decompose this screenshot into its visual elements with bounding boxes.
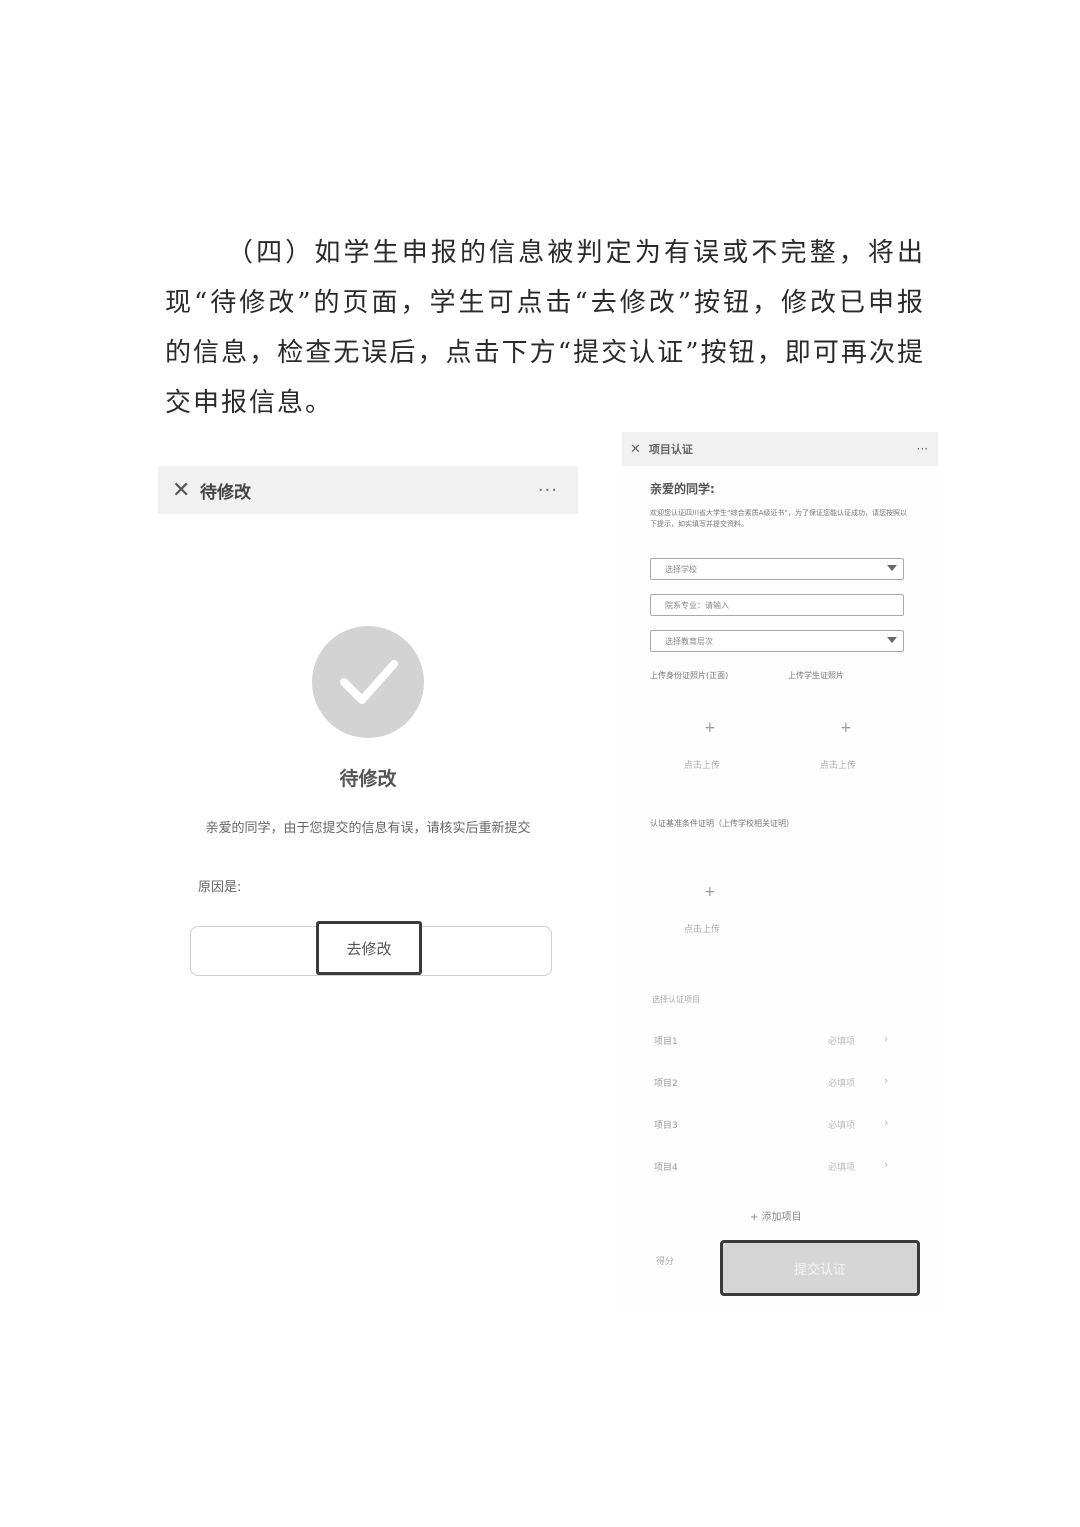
chevron-right-icon: ›	[884, 1074, 889, 1087]
item-status: 必填项	[828, 1163, 856, 1173]
add-item-button[interactable]: + 添加项目	[750, 1208, 802, 1223]
title-bar: ✕ 待修改 ···	[158, 466, 578, 514]
chevron-right-icon: ›	[884, 1116, 889, 1129]
submit-certification-button[interactable]: 提交认证	[720, 1240, 920, 1296]
modify-button[interactable]: 去修改	[316, 921, 422, 975]
status-message: 亲爱的同学，由于您提交的信息有误，请核实后重新提交	[205, 821, 531, 836]
instruction-paragraph: （四）如学生申报的信息被判定为有误或不完整，将出现“待修改”的页面，学生可点击“…	[165, 238, 925, 418]
school-select-label: 选择学校	[665, 565, 697, 574]
cert-proof-label: 认证基准条件证明（上传学校相关证明）	[650, 819, 794, 828]
item-name: 项目3	[654, 1121, 678, 1131]
major-input[interactable]: 院系专业：请输入	[650, 594, 904, 616]
intro-text: 欢迎您认证四川省大学生“综合素质A级证书”，为了保证您能认证成功，请您按照以下提…	[650, 509, 908, 528]
chevron-right-icon: ›	[884, 1158, 889, 1171]
page-title: 待修改	[200, 482, 251, 503]
select-items-label: 选择认证项目	[652, 995, 700, 1004]
upload-id-button[interactable]: 点击上传	[684, 758, 720, 771]
pending-modification-screen: ✕ 待修改 ··· 待修改 亲爱的同学，由于您提交的信息有误，请核实后重新提交 …	[158, 466, 578, 1006]
upload-student-card-button[interactable]: 点击上传	[820, 758, 856, 771]
school-select[interactable]: 选择学校	[650, 558, 904, 580]
page-title: 项目认证	[648, 443, 693, 456]
plus-icon[interactable]: +	[704, 720, 716, 736]
chevron-right-icon: ›	[884, 1032, 889, 1045]
upload-proof-button[interactable]: 点击上传	[684, 922, 720, 935]
upload-student-card-label: 上传学生证照片	[788, 671, 844, 680]
major-input-label: 院系专业：请输入	[665, 601, 729, 610]
score-label: 得分	[656, 1257, 675, 1267]
item-name: 项目2	[654, 1079, 678, 1089]
status-title: 待修改	[339, 768, 397, 790]
greeting: 亲爱的同学:	[650, 482, 715, 496]
chevron-down-icon	[887, 565, 897, 571]
reason-label: 原因是:	[198, 880, 242, 895]
plus-icon[interactable]: +	[704, 884, 716, 900]
check-circle-icon	[312, 626, 424, 738]
close-icon[interactable]: ✕	[172, 478, 192, 503]
chevron-down-icon	[887, 637, 897, 643]
upload-id-label: 上传身份证照片(正面)	[650, 671, 729, 680]
title-bar: ✕ 项目认证 ···	[622, 432, 938, 466]
education-level-select[interactable]: 选择教育层次	[650, 630, 904, 652]
plus-icon[interactable]: +	[840, 720, 852, 736]
education-level-label: 选择教育层次	[665, 637, 713, 646]
item-status: 必填项	[828, 1121, 856, 1131]
close-icon[interactable]: ✕	[630, 442, 641, 457]
item-name: 项目1	[654, 1037, 678, 1047]
project-certification-screen: ✕ 项目认证 ··· 亲爱的同学: 欢迎您认证四川省大学生“综合素质A级证书”，…	[622, 432, 938, 1312]
more-icon[interactable]: ···	[538, 480, 558, 501]
item-name: 项目4	[654, 1163, 678, 1173]
item-status: 必填项	[828, 1037, 856, 1047]
item-status: 必填项	[828, 1079, 856, 1089]
more-icon[interactable]: ···	[917, 442, 928, 456]
checkmark-icon	[340, 660, 398, 704]
